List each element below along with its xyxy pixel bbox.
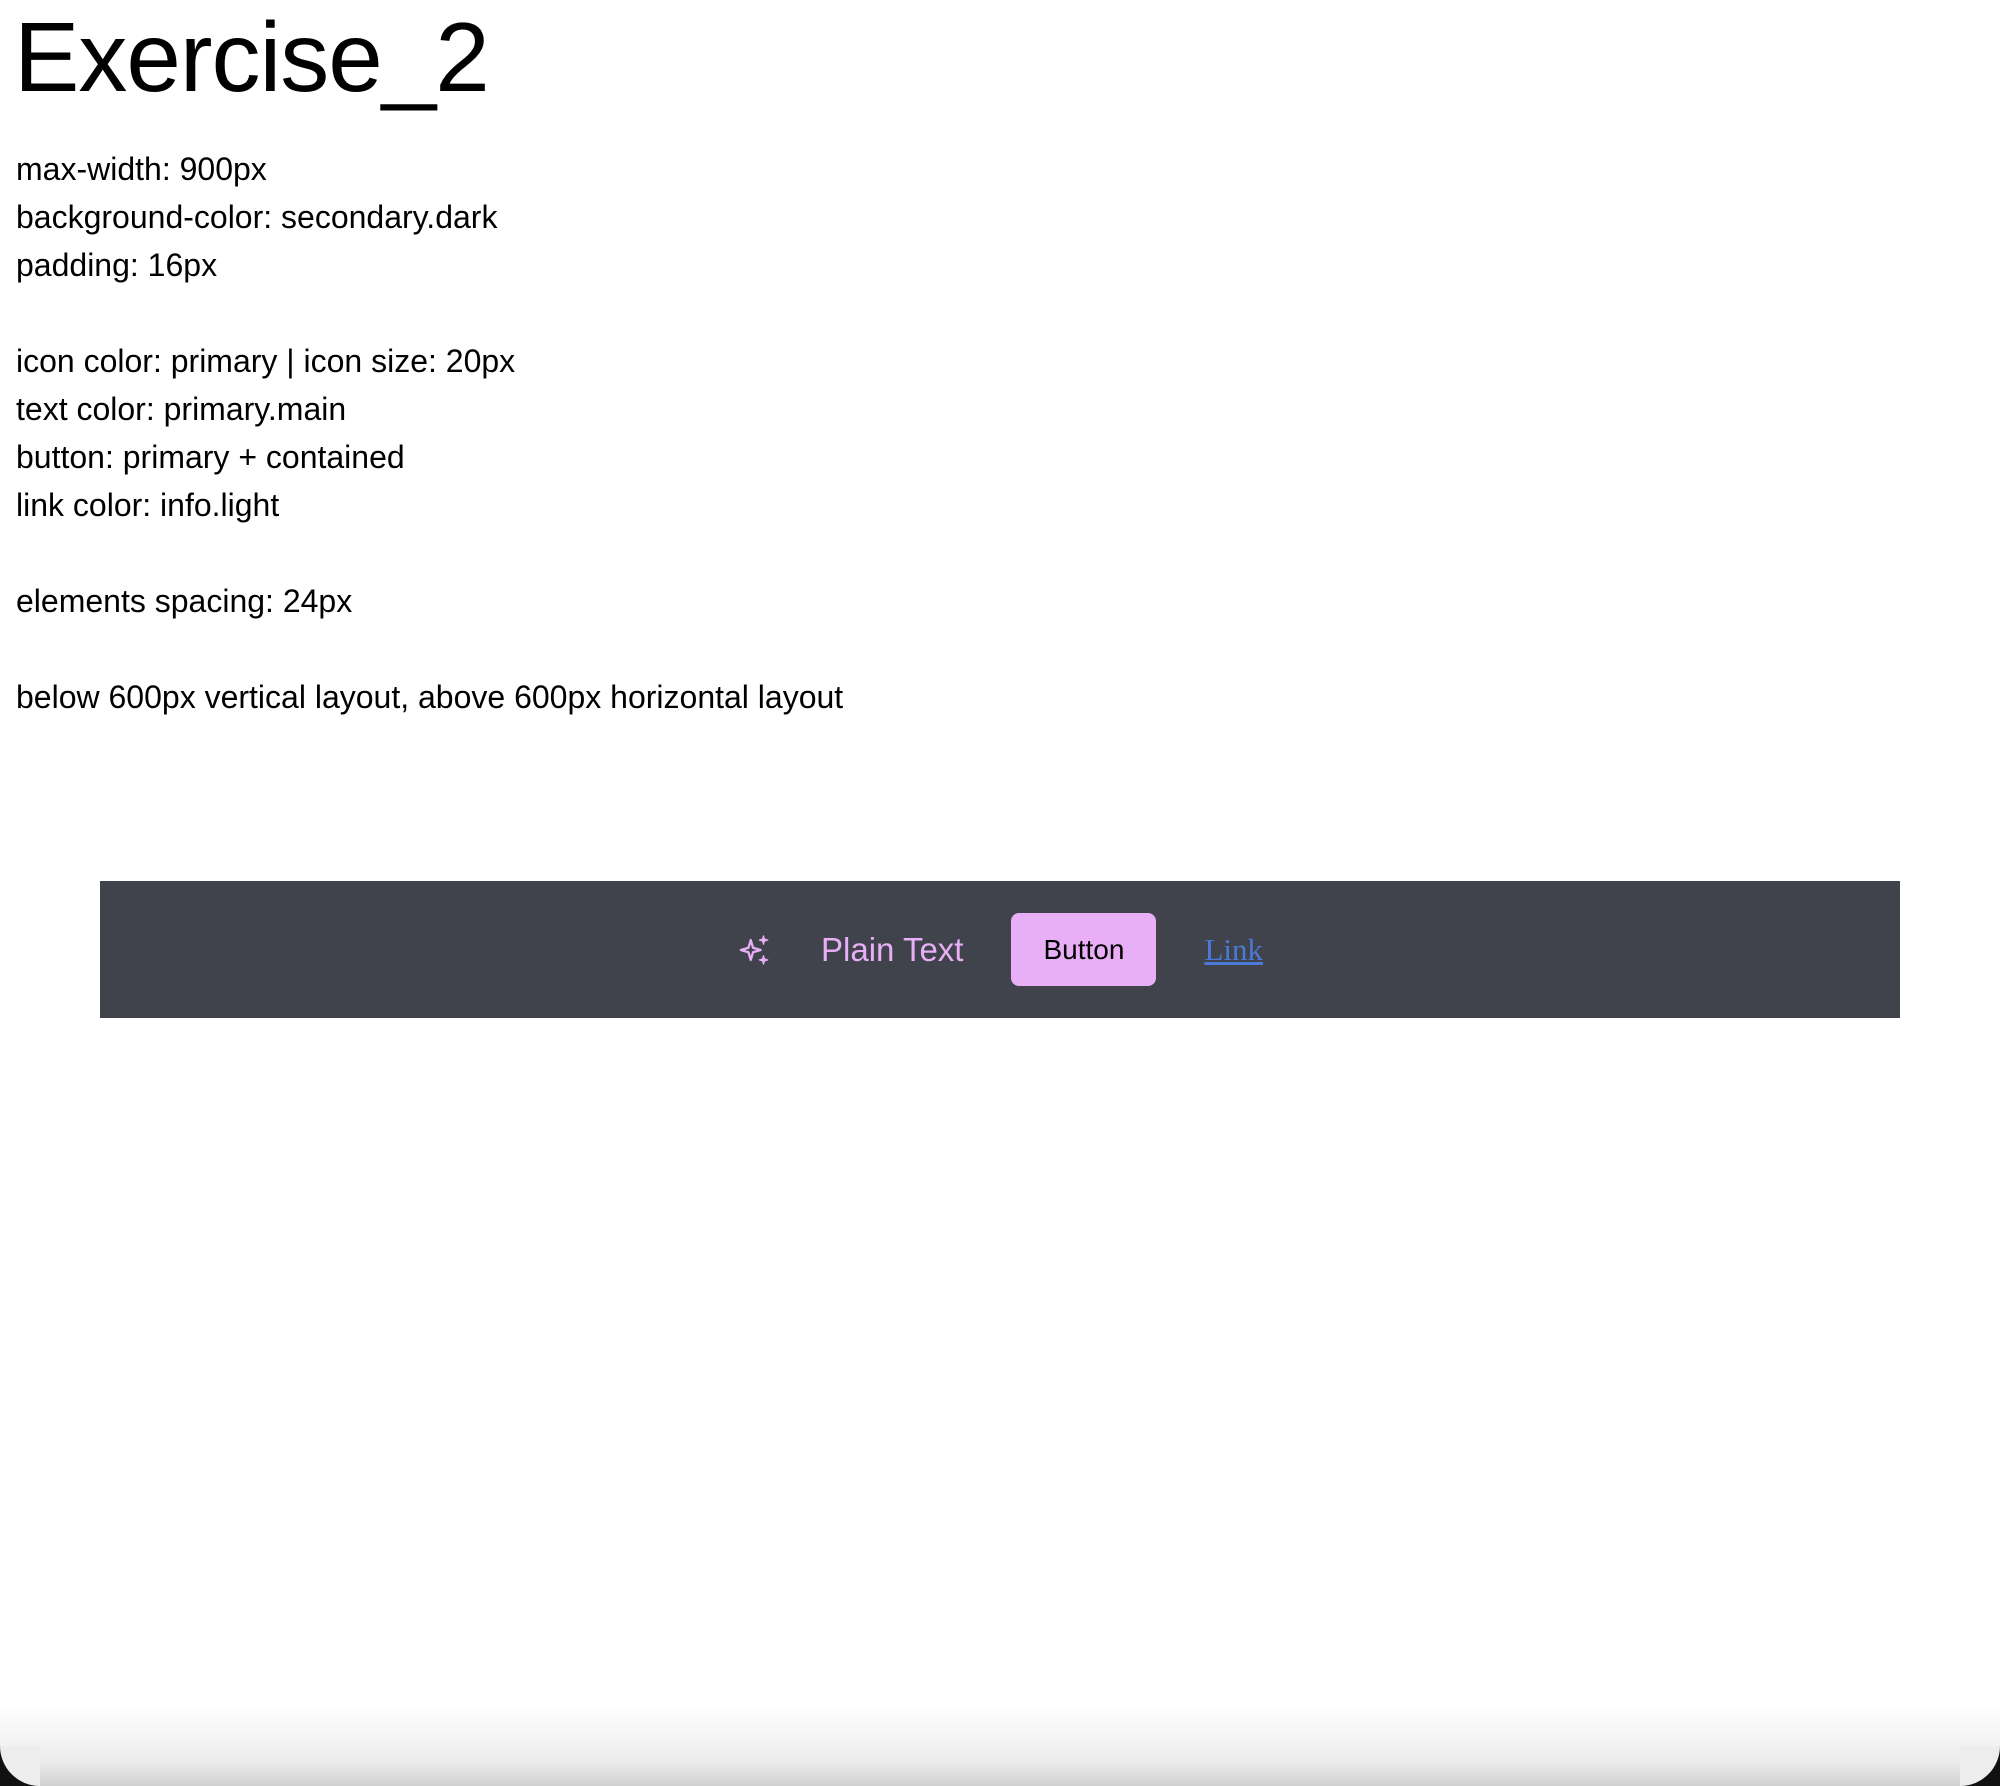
spec-block-spacing: elements spacing: 24px xyxy=(16,577,352,625)
spec-line-layout: below 600px vertical layout, above 600px… xyxy=(16,679,844,715)
sparkle-icon xyxy=(737,932,773,968)
spec-line-text-color: text color: primary.main xyxy=(16,391,347,427)
primary-button[interactable]: Button xyxy=(1011,913,1157,986)
window-bottom-edge xyxy=(0,1706,2000,1786)
spec-line-spacing: elements spacing: 24px xyxy=(16,583,353,619)
page-title: Exercise_2 xyxy=(14,2,490,112)
demo-link[interactable]: Link xyxy=(1204,932,1263,968)
window-corner-left xyxy=(0,1746,40,1786)
spec-line-max-width: max-width: 900px xyxy=(16,151,267,187)
spec-line-icon: icon color: primary | icon size: 20px xyxy=(16,343,516,379)
spec-line-button: button: primary + contained xyxy=(16,439,405,475)
spec-line-padding: padding: 16px xyxy=(16,247,218,283)
spec-block-layout: below 600px vertical layout, above 600px… xyxy=(16,673,843,721)
plain-text: Plain Text xyxy=(821,930,964,968)
demo-bar: Plain Text Button Link xyxy=(100,881,1900,1018)
window-corner-right xyxy=(1960,1746,2000,1786)
spec-block-container: max-width: 900px background-color: secon… xyxy=(16,145,497,289)
spec-line-link-color: link color: info.light xyxy=(16,487,280,523)
spec-line-background-color: background-color: secondary.dark xyxy=(16,199,498,235)
spec-block-styling: icon color: primary | icon size: 20px te… xyxy=(16,337,515,529)
